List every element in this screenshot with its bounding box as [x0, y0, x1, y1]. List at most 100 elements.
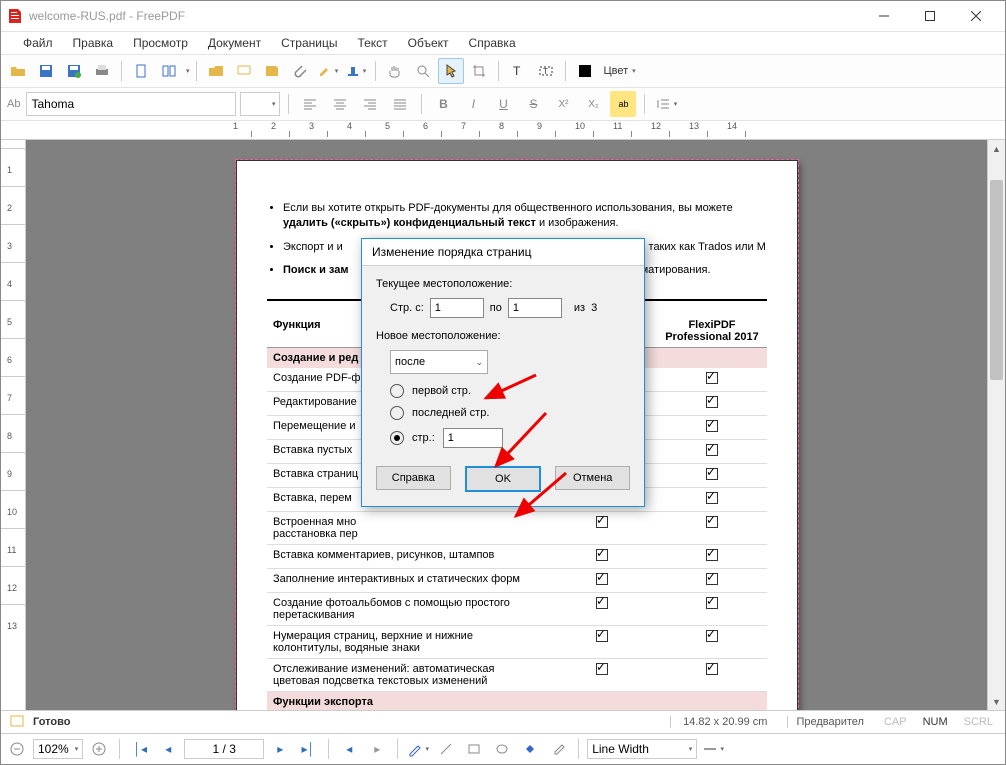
- menu-edit[interactable]: Правка: [63, 33, 124, 53]
- open-button[interactable]: [5, 58, 31, 84]
- text-box-button[interactable]: T: [533, 58, 559, 84]
- line-tool-button[interactable]: [434, 737, 458, 761]
- first-page-button[interactable]: │◂: [128, 737, 152, 761]
- range-to-label: по: [490, 302, 502, 314]
- status-scrl: SCRL: [960, 716, 997, 728]
- svg-text:T: T: [513, 64, 521, 78]
- range-from-input[interactable]: [430, 298, 484, 318]
- align-center-button[interactable]: [327, 91, 353, 117]
- text-highlight-button[interactable]: ab: [610, 91, 636, 117]
- range-to-input[interactable]: [508, 298, 562, 318]
- status-ready: Готово: [33, 716, 70, 728]
- status-preview[interactable]: Предварител: [787, 716, 872, 728]
- bold-button[interactable]: B: [430, 91, 456, 117]
- save-button[interactable]: [33, 58, 59, 84]
- italic-button[interactable]: I: [460, 91, 486, 117]
- dialog-help-button[interactable]: Справка: [376, 466, 451, 490]
- radio-page-input[interactable]: [443, 428, 503, 448]
- close-button[interactable]: [953, 1, 999, 31]
- font-family-combo[interactable]: Tahoma: [26, 92, 236, 116]
- single-page-button[interactable]: [128, 58, 154, 84]
- align-left-button[interactable]: [297, 91, 323, 117]
- line-style-button[interactable]: ▾: [701, 737, 725, 761]
- radio-last-label: последней стр.: [412, 407, 489, 419]
- folder-button[interactable]: [203, 58, 229, 84]
- vertical-ruler: 12345678910111213: [1, 140, 26, 710]
- line-width-combo[interactable]: Line Width▾: [587, 739, 697, 759]
- note-button[interactable]: [259, 58, 285, 84]
- color-picker-button[interactable]: [572, 58, 598, 84]
- menu-view[interactable]: Просмотр: [123, 33, 198, 53]
- strike-button[interactable]: S: [520, 91, 546, 117]
- radio-first-page[interactable]: [390, 384, 404, 398]
- stamp-button[interactable]: ▾: [343, 58, 369, 84]
- menu-file[interactable]: Файл: [13, 33, 63, 53]
- line-spacing-button[interactable]: ▾: [653, 91, 679, 117]
- select-tool-button[interactable]: [438, 58, 464, 84]
- dialog-cancel-button[interactable]: Отмена: [555, 466, 630, 490]
- menu-object[interactable]: Объект: [398, 33, 459, 53]
- table-row: Заполнение интерактивных и статических ф…: [267, 568, 767, 592]
- status-cap: CAP: [880, 716, 911, 728]
- font-size-combo[interactable]: ▾: [240, 92, 280, 116]
- menu-text[interactable]: Текст: [347, 33, 397, 53]
- radio-last-page[interactable]: [390, 406, 404, 420]
- minimize-button[interactable]: [861, 1, 907, 31]
- horizontal-ruler: /*populated below*/ 1234567891011121314: [1, 121, 1005, 140]
- zoom-tool-button[interactable]: [410, 58, 436, 84]
- maximize-button[interactable]: [907, 1, 953, 31]
- highlight-button[interactable]: ▾: [315, 58, 341, 84]
- status-num: NUM: [919, 716, 952, 728]
- crop-tool-button[interactable]: [466, 58, 492, 84]
- nav-back-button[interactable]: ◂: [337, 737, 361, 761]
- last-page-button[interactable]: ▸│: [296, 737, 320, 761]
- subscript-button[interactable]: X₂: [580, 91, 606, 117]
- align-right-button[interactable]: [357, 91, 383, 117]
- text-tool-button[interactable]: T: [505, 58, 531, 84]
- radio-page-label: стр.:: [412, 432, 435, 444]
- menu-help[interactable]: Справка: [459, 33, 526, 53]
- attach-button[interactable]: [287, 58, 313, 84]
- menu-document[interactable]: Документ: [198, 33, 271, 53]
- align-justify-button[interactable]: [387, 91, 413, 117]
- page-indicator[interactable]: 1 / 3: [184, 739, 264, 759]
- print-button[interactable]: [89, 58, 115, 84]
- range-of-label: из: [574, 302, 585, 314]
- double-page-button[interactable]: [156, 58, 182, 84]
- scrollbar-thumb[interactable]: [990, 180, 1003, 380]
- zoom-combo[interactable]: 102%▾: [33, 739, 83, 759]
- vertical-scrollbar[interactable]: ▲ ▼: [987, 140, 1005, 710]
- ellipse-tool-button[interactable]: [490, 737, 514, 761]
- pen-tool-button[interactable]: ▾: [406, 737, 430, 761]
- menu-pages[interactable]: Страницы: [271, 33, 347, 53]
- rect-tool-button[interactable]: [462, 737, 486, 761]
- superscript-button[interactable]: X²: [550, 91, 576, 117]
- dialog-title: Изменение порядка страниц: [362, 239, 644, 266]
- zoom-out-button[interactable]: [5, 737, 29, 761]
- underline-button[interactable]: U: [490, 91, 516, 117]
- table-row: Создание фотоальбомов с помощью простого…: [267, 592, 767, 625]
- next-page-button[interactable]: ▸: [268, 737, 292, 761]
- table-row: Вставка комментариев, рисунков, штампов: [267, 544, 767, 568]
- position-select[interactable]: после⌄: [390, 350, 488, 374]
- main-toolbar: ▾ ▾ ▾ T T Цвет ▾: [1, 55, 1005, 88]
- app-logo-icon: [7, 8, 23, 24]
- save-as-button[interactable]: [61, 58, 87, 84]
- status-dimensions: 14.82 x 20.99 cm: [670, 716, 779, 728]
- prev-page-button[interactable]: ◂: [156, 737, 180, 761]
- format-toolbar: Ab Tahoma ▾ B I U S X² X₂ ab ▾: [1, 88, 1005, 121]
- fill-tool-button[interactable]: [518, 737, 542, 761]
- hand-tool-button[interactable]: [382, 58, 408, 84]
- window-title: welcome-RUS.pdf - FreePDF: [29, 9, 185, 23]
- color-label: Цвет: [604, 65, 629, 77]
- title-bar: welcome-RUS.pdf - FreePDF: [1, 1, 1005, 32]
- comment-button[interactable]: [231, 58, 257, 84]
- eyedropper-button[interactable]: [546, 737, 570, 761]
- zoom-in-button[interactable]: [87, 737, 111, 761]
- font-icon: Ab: [7, 98, 20, 110]
- nav-forward-button[interactable]: ▸: [365, 737, 389, 761]
- radio-page-number[interactable]: [390, 431, 404, 445]
- dialog-ok-button[interactable]: OK: [465, 466, 542, 492]
- current-location-label: Текущее местоположение:: [376, 278, 630, 290]
- range-from-label: Стр. с:: [390, 302, 424, 314]
